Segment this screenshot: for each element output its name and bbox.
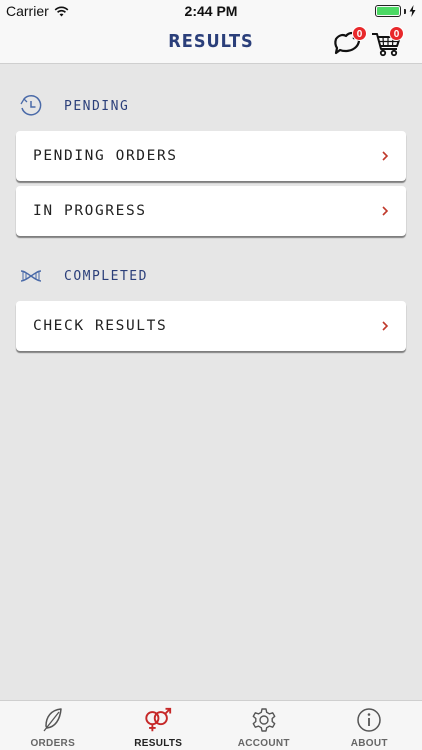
chevron-right-icon	[382, 151, 389, 161]
tab-account[interactable]: ACCOUNT	[211, 701, 317, 750]
completed-section-label: COMPLETED	[64, 268, 148, 284]
chevron-right-icon	[382, 206, 389, 216]
pending-section-header: PENDING	[18, 94, 129, 118]
clock-icon	[18, 94, 44, 118]
battery-tip	[404, 8, 406, 14]
tab-results[interactable]: RESULTS	[106, 701, 212, 750]
status-bar: Carrier 2:44 PM	[0, 0, 422, 22]
gender-icon	[143, 707, 173, 733]
in-progress-row[interactable]: IN PROGRESS	[16, 186, 406, 236]
cart-button[interactable]: 0	[370, 26, 406, 58]
chevron-right-icon	[382, 321, 389, 331]
tab-about-label: ABOUT	[350, 738, 388, 749]
pending-orders-row[interactable]: PENDING ORDERS	[16, 131, 406, 181]
battery-icon	[375, 5, 401, 17]
pending-orders-label: PENDING ORDERS	[33, 148, 178, 164]
info-icon	[354, 707, 384, 733]
charging-icon	[409, 5, 416, 17]
tab-bar: ORDERS RESULTS ACCOUNT ABOUT	[0, 700, 422, 750]
tab-account-label: ACCOUNT	[237, 738, 290, 749]
cart-badge: 0	[389, 26, 404, 41]
tab-about[interactable]: ABOUT	[317, 701, 422, 750]
dna-icon	[18, 264, 44, 288]
tab-orders-label: ORDERS	[30, 738, 76, 749]
in-progress-label: IN PROGRESS	[33, 203, 147, 219]
status-right	[375, 5, 416, 17]
status-time: 2:44 PM	[184, 3, 238, 19]
check-results-row[interactable]: CHECK RESULTS	[16, 301, 406, 351]
pending-section-label: PENDING	[64, 98, 130, 114]
tab-results-label: RESULTS	[134, 738, 183, 749]
check-results-label: CHECK RESULTS	[33, 318, 168, 334]
tab-orders[interactable]: ORDERS	[0, 701, 106, 750]
messages-button[interactable]: 0	[332, 26, 368, 58]
messages-badge: 0	[352, 26, 367, 41]
feather-icon	[38, 707, 68, 733]
completed-section-header: COMPLETED	[18, 264, 148, 288]
gear-icon	[249, 707, 279, 733]
navigation-bar: RESULTS 0 0	[0, 22, 422, 64]
